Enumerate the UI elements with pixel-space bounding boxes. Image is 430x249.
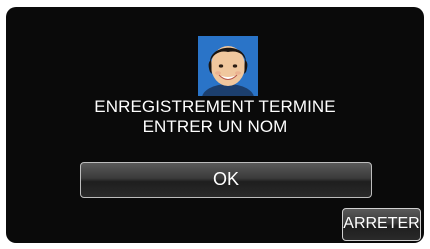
ok-button[interactable]: OK <box>80 162 372 198</box>
message-line-1: ENREGISTREMENT TERMINE <box>94 97 336 116</box>
face-photo-thumbnail <box>198 36 258 96</box>
face-icon <box>198 36 258 96</box>
registration-message: ENREGISTREMENT TERMINE ENTRER UN NOM <box>6 97 424 137</box>
registration-complete-screen: ENREGISTREMENT TERMINE ENTRER UN NOM OK … <box>6 7 424 243</box>
stop-button[interactable]: ARRETER <box>342 208 421 241</box>
message-line-2: ENTRER UN NOM <box>142 117 288 136</box>
